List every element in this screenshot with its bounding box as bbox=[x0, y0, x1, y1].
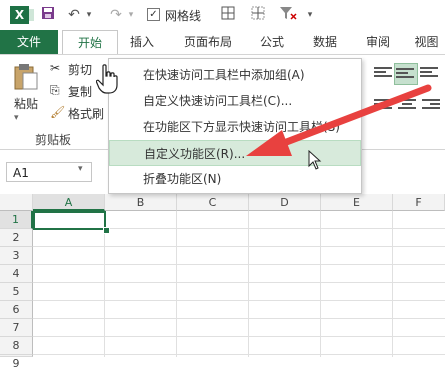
pointer-cursor-icon bbox=[308, 150, 322, 170]
hand-cursor-icon bbox=[96, 64, 118, 94]
annotation-arrow bbox=[246, 84, 432, 156]
